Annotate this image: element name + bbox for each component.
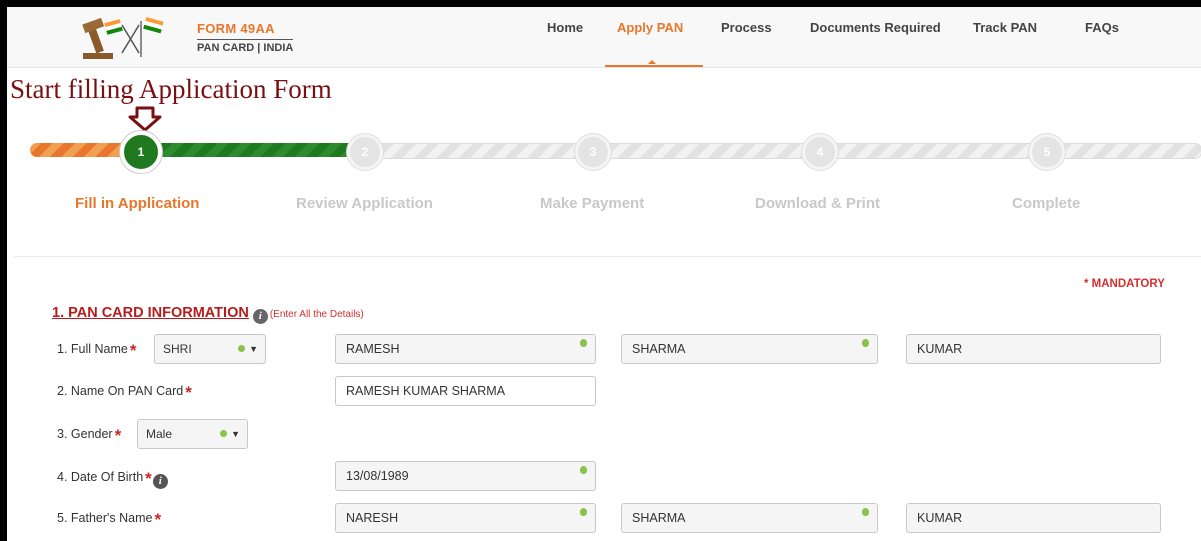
mandatory-note: * MANDATORY: [1084, 278, 1165, 290]
section-heading: 1. PAN CARD INFORMATION i (Enter All the D…: [52, 304, 364, 324]
step-5-label[interactable]: Complete: [1012, 195, 1080, 212]
step-1-label[interactable]: Fill in Application: [75, 195, 199, 212]
brand-title-number: 49AA: [240, 21, 275, 36]
progress-track-current: [150, 143, 355, 157]
dob-label: 4. Date Of Birth * i: [57, 469, 168, 489]
step-4-label[interactable]: Download & Print: [755, 195, 880, 212]
step-2-label[interactable]: Review Application: [296, 195, 433, 212]
screenshot-border-left: [0, 0, 7, 541]
dob-label-text: 4. Date Of Birth: [57, 470, 144, 484]
step-5-circle[interactable]: 5: [1029, 134, 1065, 170]
arrow-down-icon: [128, 106, 162, 132]
nav-process[interactable]: Process: [721, 20, 772, 35]
check-leaf-icon: [862, 508, 869, 516]
full-name-middle-value: KUMAR: [917, 342, 963, 356]
gender-select[interactable]: Male ▼: [137, 419, 248, 449]
required-star: *: [185, 383, 192, 402]
chevron-down-icon: ▼: [249, 344, 258, 354]
info-icon[interactable]: i: [252, 309, 268, 324]
chevron-down-icon: ▼: [231, 429, 240, 439]
annotation-label: Start filling Application Form: [10, 74, 332, 104]
section-title: 1. PAN CARD INFORMATION: [52, 305, 249, 321]
brand-title-prefix: FORM: [197, 21, 241, 36]
full-name-first-value: RAMESH: [346, 342, 400, 356]
name-on-card-label: 2. Name On PAN Card *: [57, 383, 192, 403]
logo-icon[interactable]: [77, 13, 177, 63]
father-name-last-input[interactable]: SHARMA: [621, 503, 878, 533]
check-leaf-icon: [580, 508, 587, 516]
full-name-label-text: 1. Full Name: [57, 342, 128, 356]
father-name-label-text: 5. Father's Name: [57, 511, 153, 525]
nav-faqs[interactable]: FAQs: [1085, 20, 1119, 35]
step-3-circle[interactable]: 3: [575, 134, 611, 170]
brand[interactable]: FORM 49AA PAN CARD | INDIA: [197, 21, 294, 54]
check-leaf-icon: [580, 339, 587, 347]
required-star: *: [129, 341, 137, 360]
father-name-last-value: SHARMA: [632, 511, 686, 525]
required-star: *: [154, 510, 162, 529]
progress-track-done: [30, 143, 130, 157]
dob-input[interactable]: 13/08/1989: [335, 461, 596, 491]
name-on-card-input[interactable]: RAMESH KUMAR SHARMA: [335, 376, 596, 406]
nav-active-underline: [605, 65, 703, 67]
father-name-first-value: NARESH: [346, 511, 399, 525]
check-leaf-icon: [580, 466, 587, 474]
progress-track-pending: [370, 143, 1201, 159]
nav-home[interactable]: Home: [547, 20, 583, 35]
check-leaf-icon: [862, 339, 869, 347]
step-3-label[interactable]: Make Payment: [540, 195, 644, 212]
full-name-last-value: SHARMA: [632, 342, 686, 356]
full-name-label: 1. Full Name *: [57, 341, 136, 361]
name-on-card-value: RAMESH KUMAR SHARMA: [346, 384, 506, 398]
section-hint: (Enter All the Details): [269, 309, 364, 320]
step-1-circle[interactable]: 1: [120, 131, 162, 173]
section-divider: [14, 256, 1201, 257]
dob-value: 13/08/1989: [346, 469, 409, 483]
nav-track-pan[interactable]: Track PAN: [973, 20, 1037, 35]
nav-apply-pan[interactable]: Apply PAN: [617, 20, 683, 35]
full-name-last-input[interactable]: SHARMA: [621, 334, 878, 364]
check-leaf-icon: [220, 430, 227, 437]
gender-label-text: 3. Gender: [57, 427, 113, 441]
check-leaf-icon: [238, 345, 245, 352]
father-name-middle-input[interactable]: KUMAR: [906, 503, 1161, 533]
required-star: *: [145, 469, 152, 488]
full-name-first-input[interactable]: RAMESH: [335, 334, 596, 364]
gender-value: Male: [146, 427, 173, 441]
full-name-middle-input[interactable]: KUMAR: [906, 334, 1161, 364]
name-on-card-label-text: 2. Name On PAN Card: [57, 384, 184, 398]
required-star: *: [114, 426, 122, 445]
brand-subtitle: PAN CARD | INDIA: [197, 39, 294, 54]
nav-active-caret: [648, 60, 656, 64]
full-name-title-value: SHRI: [163, 342, 192, 356]
step-4-circle[interactable]: 4: [802, 134, 838, 170]
brand-title: FORM 49AA: [197, 21, 293, 36]
full-name-title-select[interactable]: SHRI ▼: [154, 334, 266, 364]
father-name-first-input[interactable]: NARESH: [335, 503, 596, 533]
screenshot-border-top: [0, 0, 1201, 7]
father-name-middle-value: KUMAR: [917, 511, 963, 525]
gender-label: 3. Gender *: [57, 426, 121, 446]
top-navbar: FORM 49AA PAN CARD | INDIA Home Apply PA…: [7, 7, 1201, 68]
father-name-label: 5. Father's Name *: [57, 510, 161, 530]
info-icon[interactable]: i: [152, 474, 168, 489]
nav-documents-required[interactable]: Documents Required: [810, 20, 941, 35]
step-2-circle[interactable]: 2: [347, 134, 383, 170]
